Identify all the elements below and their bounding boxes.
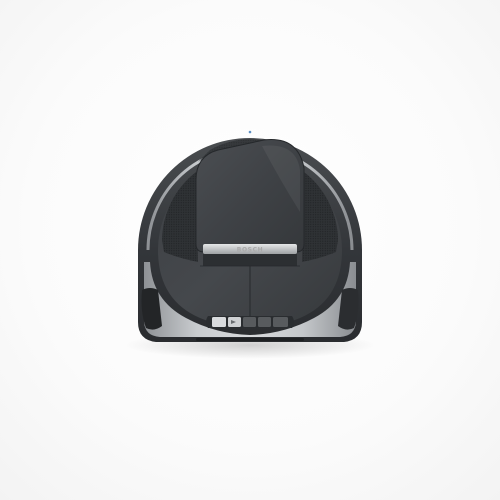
status-light [248, 130, 252, 134]
brand-logo: BOSCH [237, 247, 263, 254]
product-photo: BOSCH [0, 0, 500, 500]
button-5[interactable] [273, 317, 288, 327]
bottom-edge [196, 338, 304, 341]
robot-vacuum: BOSCH [125, 130, 375, 359]
button-1[interactable] [212, 317, 226, 327]
button-panel [206, 316, 294, 328]
button-4[interactable] [258, 317, 271, 327]
button-3[interactable] [243, 317, 256, 327]
handle-recess [203, 254, 297, 266]
